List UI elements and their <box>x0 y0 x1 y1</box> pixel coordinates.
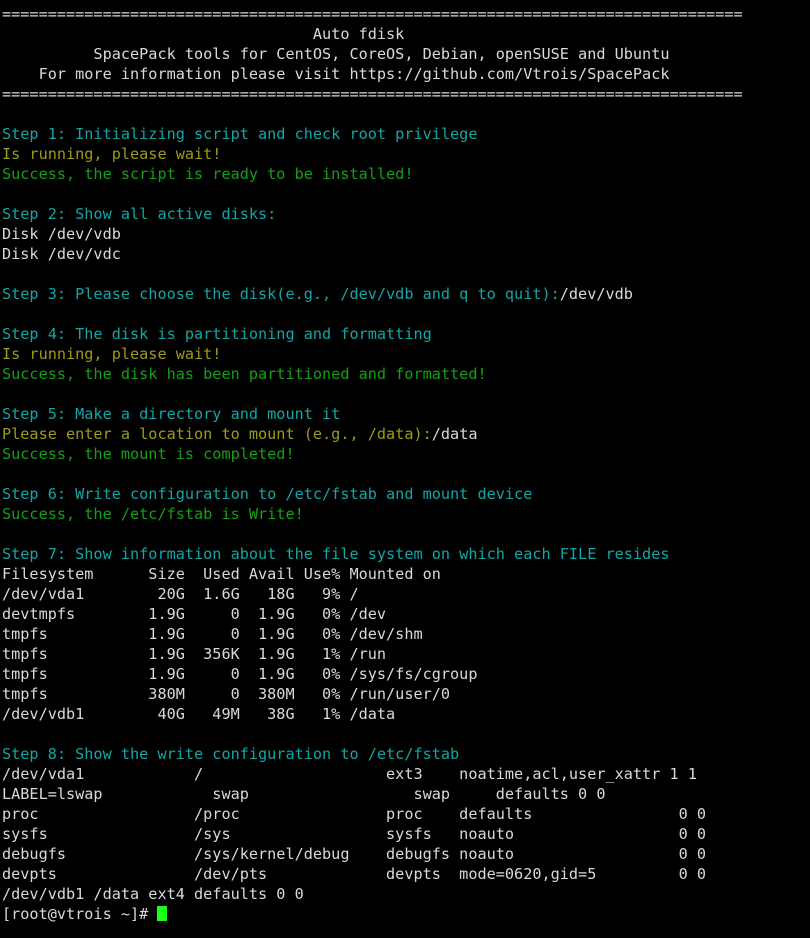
df-table-row: /dev/vda1 20G 1.6G 18G 9% / <box>2 585 359 603</box>
df-table-row: tmpfs 380M 0 380M 0% /run/user/0 <box>2 685 451 703</box>
step1-heading: Step 1: Initializing script and check ro… <box>2 125 478 143</box>
df-table-row: devtmpfs 1.9G 0 1.9G 0% /dev <box>2 605 387 623</box>
fstab-row: debugfs /sys/kernel/debug debugfs noauto… <box>2 845 707 863</box>
fstab-row: proc /proc proc defaults 0 0 <box>2 805 707 823</box>
df-table-row: tmpfs 1.9G 0 1.9G 0% /dev/shm <box>2 625 423 643</box>
step8-heading: Step 8: Show the write configuration to … <box>2 745 460 763</box>
step4-heading: Step 4: The disk is partitioning and for… <box>2 325 432 343</box>
terminal-window[interactable]: ========================================… <box>0 0 810 938</box>
fstab-row: /dev/vdb1 /data ext4 defaults 0 0 <box>2 885 304 903</box>
banner-info: For more information please visit https:… <box>2 65 670 83</box>
fstab-row: LABEL=lswap swap swap defaults 0 0 <box>2 785 606 803</box>
fstab-row: /dev/vda1 / ext3 noatime,acl,user_xattr … <box>2 765 697 783</box>
step4-running: Is running, please wait! <box>2 345 222 363</box>
fstab-row: devpts /dev/pts devpts mode=0620,gid=5 0… <box>2 865 707 883</box>
step5-success: Success, the mount is completed! <box>2 445 295 463</box>
step1-success: Success, the script is ready to be insta… <box>2 165 414 183</box>
separator-bottom: ========================================… <box>2 85 743 103</box>
df-table-row: tmpfs 1.9G 356K 1.9G 1% /run <box>2 645 387 663</box>
step6-heading: Step 6: Write configuration to /etc/fsta… <box>2 485 533 503</box>
shell-prompt-line[interactable]: [root@vtrois ~]# <box>2 904 810 924</box>
separator-top: ========================================… <box>2 5 743 23</box>
df-table-row: /dev/vdb1 40G 49M 38G 1% /data <box>2 705 396 723</box>
step5-heading: Step 5: Make a directory and mount it <box>2 405 341 423</box>
df-table-row: tmpfs 1.9G 0 1.9G 0% /sys/fs/cgroup <box>2 665 478 683</box>
step5-line: Please enter a location to mount (e.g., … <box>2 424 810 444</box>
banner-subtitle: SpacePack tools for CentOS, CoreOS, Debi… <box>2 45 670 63</box>
df-table-header: Filesystem Size Used Avail Use% Mounted … <box>2 565 441 583</box>
shell-prompt: [root@vtrois ~]# <box>2 905 158 923</box>
text-cursor <box>157 906 168 921</box>
step5-prompt: Please enter a location to mount (e.g., … <box>2 425 432 443</box>
step3-input[interactable]: /dev/vdb <box>560 285 633 303</box>
banner-title: Auto fdisk <box>2 25 405 43</box>
step6-success: Success, the /etc/fstab is Write! <box>2 505 304 523</box>
step5-input[interactable]: /data <box>432 425 478 443</box>
step3-prompt: Step 3: Please choose the disk(e.g., /de… <box>2 285 560 303</box>
step2-heading: Step 2: Show all active disks: <box>2 205 277 223</box>
step2-disk-1: Disk /dev/vdc <box>2 245 121 263</box>
step2-disk-0: Disk /dev/vdb <box>2 225 121 243</box>
step3-line: Step 3: Please choose the disk(e.g., /de… <box>2 284 810 304</box>
step7-heading: Step 7: Show information about the file … <box>2 545 670 563</box>
step4-success: Success, the disk has been partitioned a… <box>2 365 487 383</box>
terminal-screen: ========================================… <box>0 0 810 924</box>
step1-running: Is running, please wait! <box>2 145 222 163</box>
fstab-row: sysfs /sys sysfs noauto 0 0 <box>2 825 707 843</box>
